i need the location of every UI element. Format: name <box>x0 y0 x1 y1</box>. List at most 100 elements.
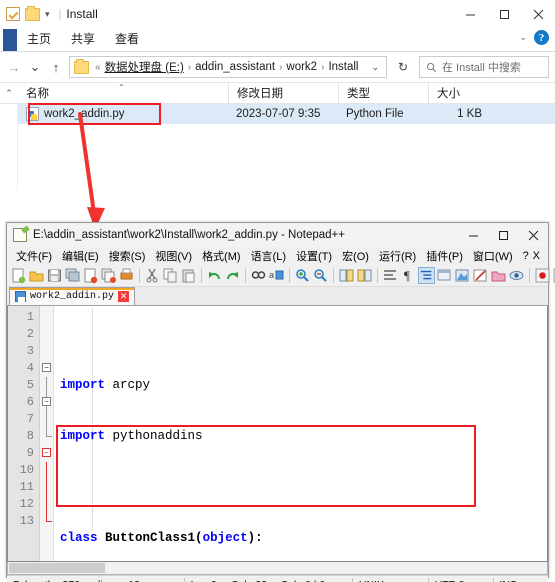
close-button[interactable] <box>521 0 555 28</box>
document-map-icon[interactable] <box>454 267 471 284</box>
menu-view[interactable]: 视图(V) <box>150 248 197 264</box>
monitor-icon[interactable] <box>508 267 525 284</box>
menu-language[interactable]: 语言(L) <box>246 248 291 264</box>
function-list-icon[interactable] <box>472 267 489 284</box>
menu-settings[interactable]: 设置(T) <box>291 248 337 264</box>
macro-record-icon[interactable] <box>534 267 551 284</box>
menu-file[interactable]: 文件(F) <box>11 248 57 264</box>
tab-view[interactable]: 查看 <box>105 28 149 51</box>
fold-guide <box>46 462 47 479</box>
minimize-button[interactable] <box>458 223 488 247</box>
undo-icon[interactable] <box>206 267 223 284</box>
save-all-icon[interactable] <box>64 267 81 284</box>
close-all-icon[interactable] <box>100 267 117 284</box>
maximize-button[interactable] <box>487 0 521 28</box>
checkbox-icon[interactable] <box>6 7 20 21</box>
line-number: 1 <box>26 310 34 324</box>
code-text-area[interactable]: import arcpy import pythonaddins class B… <box>54 306 547 561</box>
toolbar-divider <box>245 268 246 283</box>
tab-share[interactable]: 共享 <box>61 28 105 51</box>
breadcrumb[interactable]: « 数据处理盘 (E:) › addin_assistant › work2 ›… <box>69 56 387 78</box>
scrollbar-thumb[interactable] <box>9 563 105 573</box>
menu-plugins[interactable]: 插件(P) <box>421 248 468 264</box>
sync-scroll-vertical-icon[interactable] <box>338 267 355 284</box>
fold-marker-class[interactable]: − <box>40 360 53 377</box>
code-line-4: class ButtonClass1(object): <box>60 531 263 545</box>
file-menu-tab[interactable] <box>3 29 17 51</box>
close-file-icon[interactable] <box>82 267 99 284</box>
status-eol[interactable]: UNIX <box>353 576 428 582</box>
collapse-icon[interactable]: − <box>42 397 51 406</box>
editor-tab-work2-addin[interactable]: work2_addin.py ✕ <box>9 287 136 305</box>
fold-marker-init[interactable]: − <box>40 394 53 411</box>
chevron-down-icon[interactable]: ⌄ <box>371 62 382 73</box>
chevron-down-icon[interactable]: ▾ <box>45 9 50 20</box>
menu-edit[interactable]: 编辑(E) <box>57 248 104 264</box>
status-insert-mode[interactable]: INS <box>493 576 523 582</box>
navpane-collapse-icon[interactable]: ⌃ <box>0 88 18 99</box>
column-date[interactable]: 修改日期 <box>228 82 338 104</box>
ribbon-right-controls: ⌄ ? <box>519 30 549 45</box>
redo-icon[interactable] <box>224 267 241 284</box>
zoom-in-icon[interactable] <box>294 267 311 284</box>
search-input[interactable]: 在 Install 中搜索 <box>419 56 549 78</box>
menu-format[interactable]: 格式(M) <box>197 248 246 264</box>
user-defined-dialog-icon[interactable] <box>436 267 453 284</box>
column-type[interactable]: 类型 <box>338 82 428 104</box>
notepadpp-window-controls <box>458 223 548 247</box>
copy-icon[interactable] <box>162 267 179 284</box>
folder-as-workspace-icon[interactable] <box>490 267 507 284</box>
line-number: 11 <box>19 480 34 494</box>
tab-home[interactable]: 主页 <box>17 28 61 51</box>
file-size-cell: 1 KB <box>457 108 482 120</box>
back-arrow-icon[interactable]: → <box>6 60 22 75</box>
fold-guide <box>46 496 47 513</box>
fold-marker-onclick[interactable]: − <box>40 445 53 462</box>
file-type-cell: Python File <box>346 108 404 120</box>
maximize-button[interactable] <box>488 223 518 247</box>
horizontal-scrollbar[interactable] <box>7 562 548 575</box>
resize-grip[interactable] <box>523 576 548 582</box>
folder-icon[interactable] <box>25 5 40 21</box>
breadcrumb-item-install[interactable]: Install <box>325 61 361 73</box>
new-file-icon[interactable] <box>10 267 27 284</box>
replace-icon[interactable]: a <box>268 267 285 284</box>
zoom-out-icon[interactable] <box>312 267 329 284</box>
show-all-characters-icon[interactable]: ¶ <box>400 267 417 284</box>
close-document-button[interactable]: X <box>533 250 540 262</box>
refresh-button[interactable]: ↻ <box>392 56 414 78</box>
help-icon[interactable]: ? <box>534 30 549 45</box>
menu-search[interactable]: 搜索(S) <box>104 248 151 264</box>
close-icon[interactable]: ✕ <box>118 291 130 302</box>
code-editor[interactable]: 1 2 3 4 5 6 7 8 9 10 11 12 13 − − − impo… <box>7 306 548 562</box>
collapse-icon[interactable]: − <box>42 363 51 372</box>
open-file-icon[interactable] <box>28 267 45 284</box>
up-arrow-icon[interactable]: ↑ <box>48 60 64 75</box>
close-button[interactable] <box>518 223 548 247</box>
menu-macro[interactable]: 宏(O) <box>337 248 374 264</box>
find-icon[interactable] <box>250 267 267 284</box>
sync-scroll-horizontal-icon[interactable] <box>356 267 373 284</box>
menu-window[interactable]: 窗口(W) <box>468 248 518 264</box>
breadcrumb-overflow[interactable]: « <box>94 62 102 73</box>
column-name[interactable]: 名称 ⌃ <box>18 82 228 104</box>
paste-icon[interactable] <box>180 267 197 284</box>
menu-help[interactable]: ? <box>518 250 534 262</box>
breadcrumb-item-work2[interactable]: work2 <box>283 61 320 73</box>
cut-icon[interactable] <box>144 267 161 284</box>
status-encoding[interactable]: UTF-8 <box>429 576 493 582</box>
save-icon[interactable] <box>46 267 63 284</box>
print-icon[interactable] <box>118 267 135 284</box>
breadcrumb-item-drive[interactable]: 数据处理盘 (E:) <box>102 59 187 75</box>
menu-run[interactable]: 运行(R) <box>374 248 421 264</box>
code-folding-gutter[interactable]: − − − <box>40 306 54 561</box>
minimize-button[interactable] <box>453 0 487 28</box>
chevron-down-icon[interactable]: ⌄ <box>519 32 527 43</box>
breadcrumb-item-addin-assistant[interactable]: addin_assistant <box>192 61 278 73</box>
word-wrap-icon[interactable] <box>382 267 399 284</box>
collapse-icon[interactable]: − <box>42 448 51 457</box>
column-size[interactable]: 大小 <box>428 82 508 104</box>
recent-locations-icon[interactable]: ⌄ <box>27 59 43 75</box>
indent-guide-icon[interactable] <box>418 267 435 284</box>
